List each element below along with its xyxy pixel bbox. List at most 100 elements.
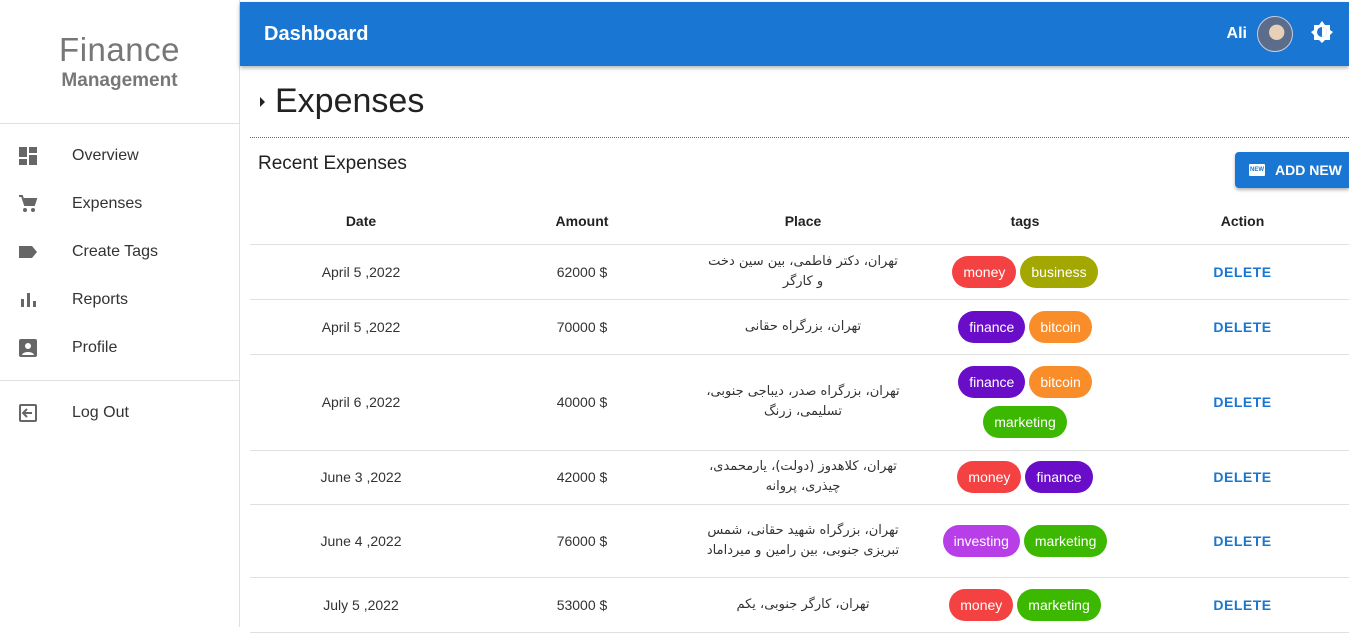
action-cell: DELETE	[1136, 577, 1349, 633]
amount-cell: 62000 $	[472, 244, 692, 300]
add-new-label: ADD NEW	[1275, 162, 1342, 178]
tags-cell: investing marketing	[914, 504, 1136, 578]
place-text: تهران، کارگر جنوبی، یکم	[736, 596, 870, 612]
sidebar-item-create-tags[interactable]: Create Tags	[0, 228, 239, 276]
delete-button[interactable]: DELETE	[1213, 469, 1271, 485]
brand: Finance Management	[0, 0, 239, 124]
amount-cell: 53000 $	[472, 577, 692, 633]
sidebar-item-logout[interactable]: Log Out	[0, 389, 239, 437]
delete-button[interactable]: DELETE	[1213, 597, 1271, 613]
caret-right-icon	[260, 96, 265, 107]
delete-button[interactable]: DELETE	[1213, 533, 1271, 549]
sidebar-item-profile[interactable]: Profile	[0, 324, 239, 372]
table-row: June 4 ,2022 76000 $ تهران، بزرگراه شهید ح…	[250, 504, 1349, 578]
place-cell: تهران، بزرگراه صدر، دیباجی جنوبی، تسلیمی…	[692, 354, 914, 451]
table-row: April 6 ,2022 40000 $ تهران، بزرگراه صدر، …	[250, 354, 1349, 451]
table-header-row: Date Amount Place tags Action	[250, 198, 1349, 245]
action-cell: DELETE	[1136, 450, 1349, 505]
tag-chip-marketing[interactable]: marketing	[1023, 524, 1108, 557]
tag-chip-business[interactable]: business	[1020, 255, 1098, 288]
place-cell: تهران، بزرگراه حقانی	[692, 299, 914, 355]
sidebar-item-label: Expenses	[72, 195, 143, 212]
place-text: تهران، بزرگراه صدر، دیباجی جنوبی، تسلیمی…	[706, 384, 900, 419]
expenses-table: Date Amount Place tags Action April 5 ,2…	[250, 198, 1349, 633]
tag-chip-marketing[interactable]: marketing	[983, 406, 1067, 438]
tag-chip-money[interactable]: money	[952, 255, 1017, 288]
column-header-action: Action	[1136, 198, 1349, 245]
column-header-place: Place	[692, 198, 914, 245]
sidebar-item-label: Log Out	[72, 404, 129, 421]
table-row: April 5 ,2022 62000 $ تهران، دکتر فاطمی، ب…	[250, 244, 1349, 300]
table-row: July 5 ,2022 53000 $ تهران، کارگر جنوبی، ی…	[250, 577, 1349, 633]
tag-chip-investing[interactable]: investing	[942, 524, 1020, 557]
sidebar: Finance Management Overview Expenses Cre…	[0, 0, 240, 627]
sidebar-item-reports[interactable]: Reports	[0, 276, 239, 324]
brand-subtitle: Management	[61, 70, 178, 91]
place-cell: تهران، دکتر فاطمی، بین سین دخت و کارگر	[692, 244, 914, 300]
new-icon: NEW	[1249, 164, 1265, 176]
place-text: تهران، دکتر فاطمی، بین سین دخت و کارگر	[708, 253, 898, 289]
tags-cell: money marketing	[914, 577, 1136, 633]
column-header-tags: tags	[914, 198, 1136, 245]
theme-toggle-button[interactable]	[1311, 20, 1333, 48]
user-name: Ali	[1226, 25, 1247, 42]
cart-icon	[0, 194, 72, 214]
delete-button[interactable]: DELETE	[1213, 394, 1271, 410]
tag-chip-marketing[interactable]: marketing	[1017, 588, 1101, 621]
table-row: June 3 ,2022 42000 $ تهران، کلاهدوز (دولت)…	[250, 450, 1349, 505]
tags-cell: finance bitcoin	[914, 299, 1136, 355]
tag-list: finance bitcoin marketing	[935, 366, 1115, 438]
date-cell: April 5 ,2022	[250, 299, 472, 355]
delete-button[interactable]: DELETE	[1213, 264, 1271, 280]
page-title: Dashboard	[264, 22, 369, 45]
sidebar-item-label: Reports	[72, 291, 129, 308]
action-cell: DELETE	[1136, 244, 1349, 300]
tag-chip-money[interactable]: money	[957, 461, 1022, 493]
amount-cell: 76000 $	[472, 504, 692, 578]
tag-chip-finance[interactable]: finance	[958, 310, 1026, 343]
sidebar-bottom-nav: Log Out	[0, 381, 239, 437]
date-cell: April 6 ,2022	[250, 354, 472, 451]
brand-title: Finance	[59, 31, 180, 68]
tags-cell: money finance	[914, 450, 1136, 505]
date-cell: April 5 ,2022	[250, 244, 472, 300]
add-new-button[interactable]: NEW ADD NEW	[1235, 152, 1349, 188]
place-cell: تهران، کلاهدوز (دولت)، یارمحمدی، چیذری، …	[692, 450, 914, 505]
tag-chip-bitcoin[interactable]: bitcoin	[1029, 310, 1092, 343]
tag-chip-money[interactable]: money	[949, 588, 1014, 621]
main-content: Expenses Recent Expenses NEW ADD NEW Dat…	[250, 66, 1349, 633]
tag-list: money finance	[935, 461, 1115, 493]
tags-cell: finance bitcoin marketing	[914, 354, 1136, 451]
table-row: April 5 ,2022 70000 $ تهران، بزرگراه حقانی…	[250, 299, 1349, 355]
amount-cell: 40000 $	[472, 354, 692, 451]
tag-list: investing marketing	[935, 524, 1115, 557]
sidebar-nav: Overview Expenses Create Tags Reports Pr…	[0, 124, 239, 381]
bar-chart-icon	[0, 290, 72, 310]
tag-chip-finance[interactable]: finance	[958, 366, 1026, 398]
column-header-amount: Amount	[472, 198, 692, 245]
action-cell: DELETE	[1136, 299, 1349, 355]
recent-expenses-title: Recent Expenses	[258, 153, 407, 174]
brightness-icon	[1311, 20, 1333, 48]
action-cell: DELETE	[1136, 504, 1349, 578]
sidebar-item-label: Create Tags	[72, 243, 158, 260]
expenses-section-header[interactable]: Expenses	[250, 66, 1349, 138]
logout-icon	[0, 403, 72, 423]
sidebar-item-overview[interactable]: Overview	[0, 132, 239, 180]
sidebar-item-expenses[interactable]: Expenses	[0, 180, 239, 228]
tags-cell: money business	[914, 244, 1136, 300]
date-cell: July 5 ,2022	[250, 577, 472, 633]
date-cell: June 4 ,2022	[250, 504, 472, 578]
action-cell: DELETE	[1136, 354, 1349, 451]
tag-chip-bitcoin[interactable]: bitcoin	[1029, 366, 1092, 398]
profile-icon	[0, 338, 72, 358]
place-cell: تهران، بزرگراه شهید حقانی، شمس تبریزی جن…	[692, 504, 914, 578]
place-text: تهران، بزرگراه شهید حقانی، شمس تبریزی جن…	[706, 522, 900, 558]
place-text: تهران، بزرگراه حقانی	[744, 318, 862, 334]
avatar[interactable]	[1257, 16, 1293, 52]
tag-list: finance bitcoin	[935, 310, 1115, 343]
tag-chip-finance[interactable]: finance	[1025, 461, 1093, 493]
recent-expenses-header: Recent Expenses NEW ADD NEW	[250, 138, 1349, 198]
delete-button[interactable]: DELETE	[1213, 319, 1271, 335]
column-header-date: Date	[250, 198, 472, 245]
